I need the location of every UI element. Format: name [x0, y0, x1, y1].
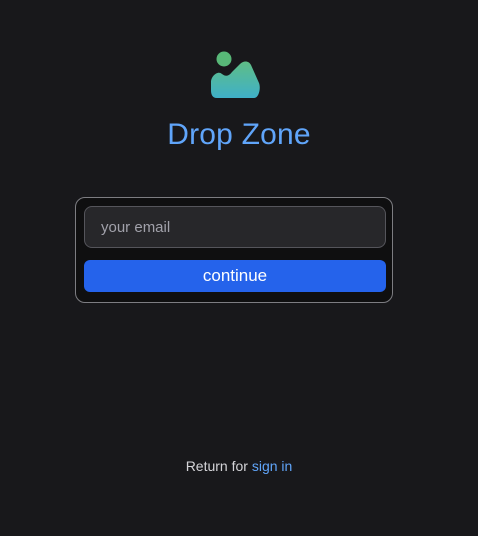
footer-text: Return for	[185, 458, 252, 474]
page-title: Drop Zone	[167, 118, 311, 151]
signup-card: continue	[75, 197, 393, 303]
image-landscape-icon	[209, 48, 263, 102]
page: Drop Zone continue Return for sign in	[0, 0, 478, 536]
footer: Return for sign in	[0, 457, 478, 475]
email-field[interactable]	[84, 206, 386, 248]
sign-in-link[interactable]: sign in	[252, 458, 292, 474]
continue-button[interactable]: continue	[84, 260, 386, 292]
